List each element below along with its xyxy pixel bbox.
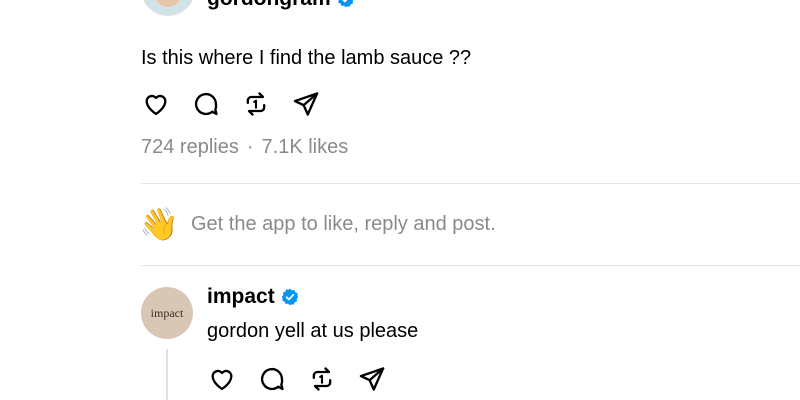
share-icon: [293, 92, 319, 116]
comment-icon: [260, 367, 284, 391]
verified-badge-icon: [281, 288, 298, 306]
post-author: gordongram: [207, 0, 355, 11]
divider: [141, 183, 800, 184]
like-button[interactable]: [207, 364, 237, 394]
repost-button[interactable]: [307, 364, 337, 394]
reply-button[interactable]: [191, 89, 221, 119]
author-handle[interactable]: impact: [207, 284, 275, 310]
avatar-gordongram[interactable]: [141, 0, 195, 16]
post-text: Is this where I find the lamb sauce ??: [141, 47, 472, 69]
repost-icon: [312, 367, 332, 391]
waving-hand-icon: 👋: [139, 206, 179, 242]
repost-button[interactable]: [241, 89, 271, 119]
post-actions: [141, 89, 321, 119]
share-icon: [359, 367, 385, 391]
avatar-logo-text: impact: [150, 305, 184, 320]
thread-line: [166, 349, 168, 400]
reply-actions: [207, 364, 387, 394]
reply-author: impact: [207, 284, 299, 310]
divider: [141, 265, 800, 266]
verified-badge-icon: [338, 0, 354, 8]
author-handle[interactable]: gordongram: [207, 0, 331, 11]
post-stats: 724 replies · 7.1K likes: [141, 134, 348, 160]
get-app-prompt[interactable]: Get the app to like, reply and post.: [191, 211, 496, 237]
repost-icon: [246, 92, 266, 116]
likes-count[interactable]: 7.1K likes: [262, 134, 349, 160]
like-button[interactable]: [141, 89, 171, 119]
heart-icon: [211, 369, 233, 391]
avatar-face: [154, 0, 182, 7]
reply-text: gordon yell at us please: [207, 320, 419, 342]
stats-separator: ·: [246, 136, 254, 158]
avatar-impact[interactable]: impact: [141, 287, 193, 339]
reply-button[interactable]: [257, 364, 287, 394]
heart-icon: [145, 94, 167, 116]
comment-icon: [194, 92, 218, 116]
replies-count[interactable]: 724 replies: [141, 134, 239, 160]
share-button[interactable]: [291, 89, 321, 119]
share-button[interactable]: [357, 364, 387, 394]
